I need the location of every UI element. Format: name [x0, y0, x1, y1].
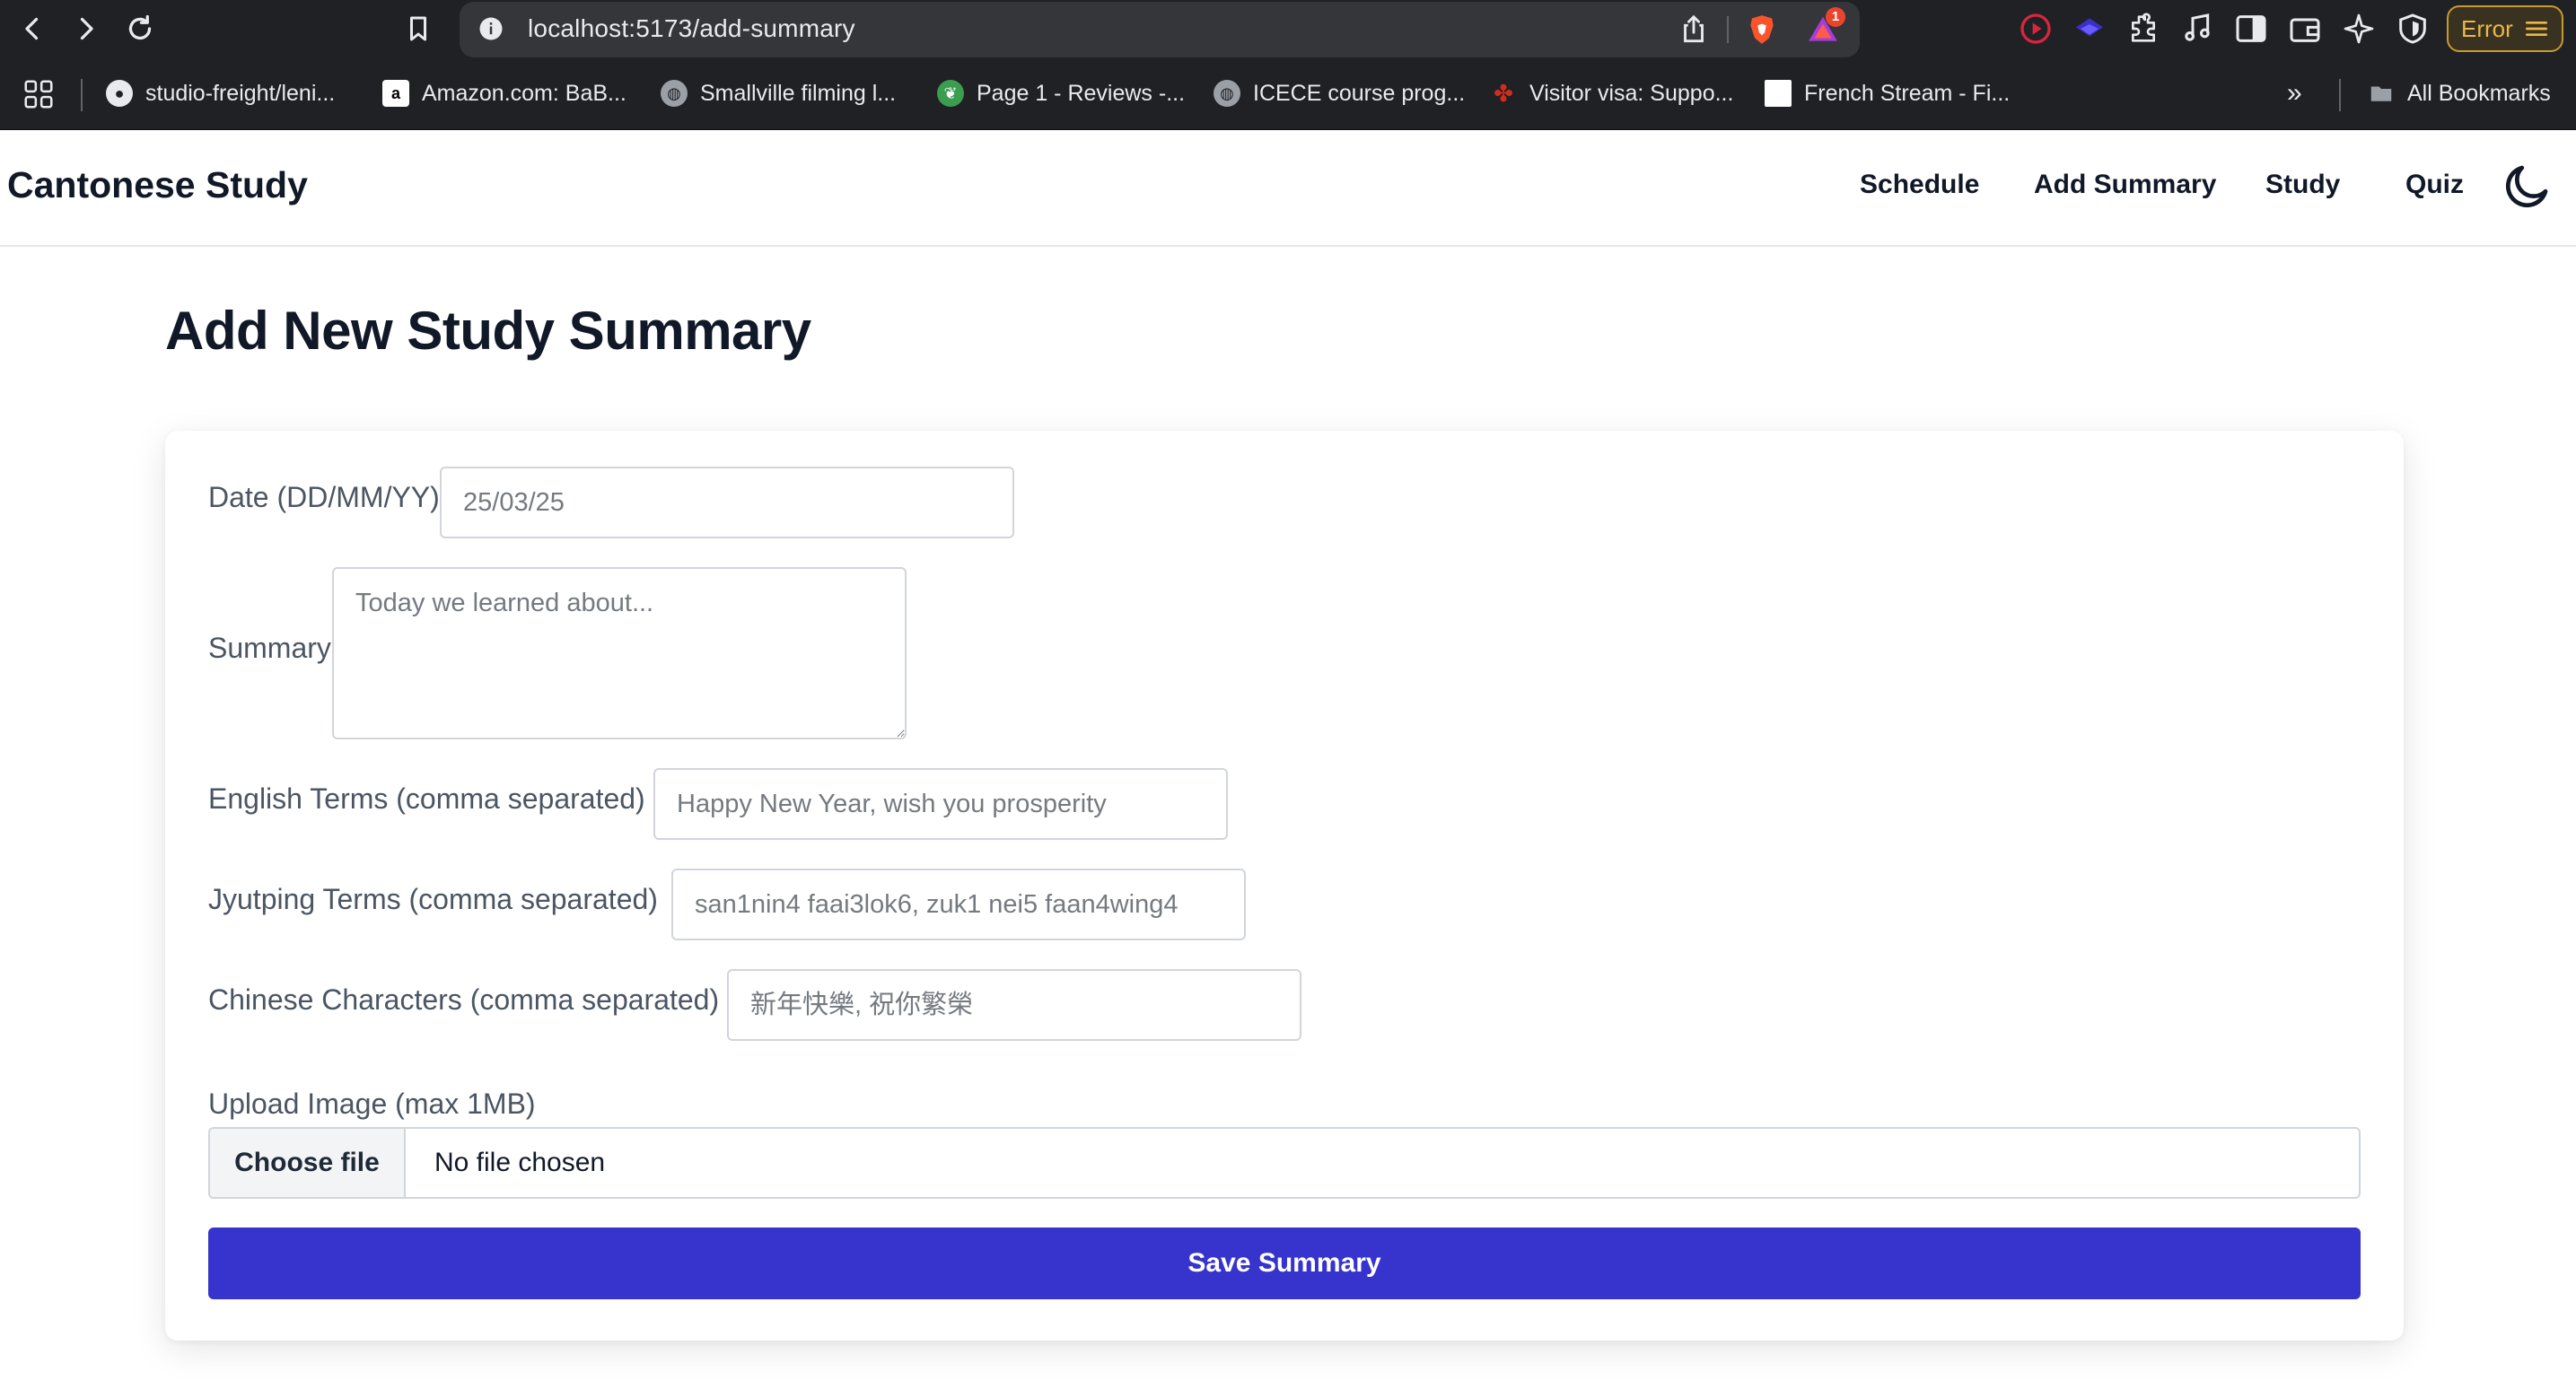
brave-shield-icon[interactable]: [1745, 13, 1779, 47]
nav-quiz[interactable]: Quiz: [2405, 170, 2464, 200]
date-label: Date (DD/MM/YY): [208, 481, 440, 513]
summary-textarea[interactable]: [332, 567, 907, 739]
amazon-icon: a: [382, 80, 409, 107]
save-summary-button[interactable]: Save Summary: [208, 1228, 2361, 1299]
address-bar[interactable]: localhost:5173/add-summary: [460, 2, 1860, 57]
bookmark-item[interactable]: ◍ Smallville filming l...: [661, 75, 896, 111]
rewards-badge: 1: [1826, 7, 1845, 27]
bookmark-item[interactable]: ✤ Visitor visa: Suppo...: [1490, 75, 1733, 111]
extensions-puzzle-icon[interactable]: [2125, 11, 2161, 47]
bookmark-item[interactable]: ◍ ICECE course prog...: [1214, 75, 1465, 111]
vpn-shield-icon[interactable]: [2395, 11, 2431, 47]
maple-leaf-icon: ✤: [1494, 79, 1513, 107]
apps-grid-icon[interactable]: [22, 77, 56, 111]
globe-icon: ◍: [661, 80, 688, 107]
bookmarks-divider: [2339, 79, 2341, 111]
globe-icon: ◍: [1214, 80, 1240, 107]
bookmark-icon[interactable]: [399, 9, 438, 48]
bookmark-label: ICECE course prog...: [1253, 80, 1466, 106]
file-input[interactable]: Choose file No file chosen: [208, 1127, 2361, 1199]
record-extension-icon[interactable]: [2018, 11, 2054, 47]
summary-label: Summary: [208, 632, 331, 664]
music-icon[interactable]: [2179, 11, 2215, 47]
english-terms-label: English Terms (comma separated): [208, 782, 645, 815]
bookmark-label: Amazon.com: BaB...: [422, 80, 626, 106]
back-icon[interactable]: [13, 9, 52, 48]
no-file-text: No file chosen: [434, 1148, 606, 1177]
wallet-icon[interactable]: [2287, 11, 2323, 47]
nav-add-summary[interactable]: Add Summary: [2034, 170, 2216, 200]
leaf-icon: ❦: [937, 80, 964, 107]
bookmarks-divider: [81, 79, 83, 111]
folder-icon: [2370, 86, 2392, 101]
forward-icon[interactable]: [66, 9, 106, 48]
nav-schedule[interactable]: Schedule: [1860, 170, 1979, 200]
jyutping-terms-input[interactable]: [671, 869, 1246, 940]
all-bookmarks[interactable]: All Bookmarks: [2368, 75, 2551, 111]
github-icon: ●: [106, 80, 133, 107]
brand-title[interactable]: Cantonese Study: [7, 164, 308, 206]
bookmark-item[interactable]: ❦ Page 1 - Reviews -...: [937, 75, 1185, 111]
site-info-icon[interactable]: [478, 15, 504, 42]
error-label: Error: [2461, 14, 2513, 42]
url-text[interactable]: localhost:5173/add-summary: [528, 14, 855, 43]
date-input[interactable]: [440, 467, 1014, 538]
reload-icon[interactable]: [120, 9, 160, 48]
bookmark-item[interactable]: ● studio-freight/leni...: [106, 75, 335, 111]
divider: [1727, 16, 1729, 43]
chinese-characters-label: Chinese Characters (comma separated): [208, 983, 720, 1016]
summary-form-card: Date (DD/MM/YY) Summary English Terms (c…: [165, 431, 2404, 1341]
all-bookmarks-label: All Bookmarks: [2407, 80, 2551, 106]
upload-image-label: Upload Image (max 1MB): [208, 1088, 536, 1120]
bookmark-item[interactable]: French Stream - Fi...: [1765, 75, 2010, 111]
menu-icon: [2525, 22, 2547, 36]
choose-file-button[interactable]: Choose file: [210, 1129, 406, 1197]
chinese-characters-input[interactable]: [727, 969, 1301, 1041]
bookmark-label: Page 1 - Reviews -...: [977, 80, 1186, 106]
blank-page-icon: [1765, 80, 1792, 107]
dark-mode-moon-icon[interactable]: [2501, 159, 2554, 213]
leo-ai-icon[interactable]: [2341, 11, 2377, 47]
sidebar-icon[interactable]: [2233, 11, 2269, 47]
browser-toolbar: localhost:5173/add-summary 1 Error: [0, 0, 2576, 61]
page-title: Add New Study Summary: [165, 301, 811, 361]
layers-extension-icon[interactable]: [2072, 11, 2107, 47]
bookmark-item[interactable]: a Amazon.com: BaB...: [382, 75, 626, 111]
bookmark-label: studio-freight/leni...: [145, 80, 336, 106]
bookmark-label: French Stream - Fi...: [1804, 80, 2011, 106]
error-menu-button[interactable]: Error: [2447, 5, 2563, 52]
nav-study[interactable]: Study: [2265, 170, 2340, 200]
english-terms-input[interactable]: [653, 768, 1228, 840]
app-navbar: Cantonese Study Schedule Add Summary Stu…: [0, 130, 2576, 247]
bookmark-label: Visitor visa: Suppo...: [1529, 80, 1734, 106]
bookmark-label: Smallville filming l...: [700, 80, 897, 106]
jyutping-terms-label: Jyutping Terms (comma separated): [208, 883, 658, 915]
bookmarks-overflow-button[interactable]: »: [2287, 75, 2302, 111]
share-icon[interactable]: [1677, 13, 1711, 47]
